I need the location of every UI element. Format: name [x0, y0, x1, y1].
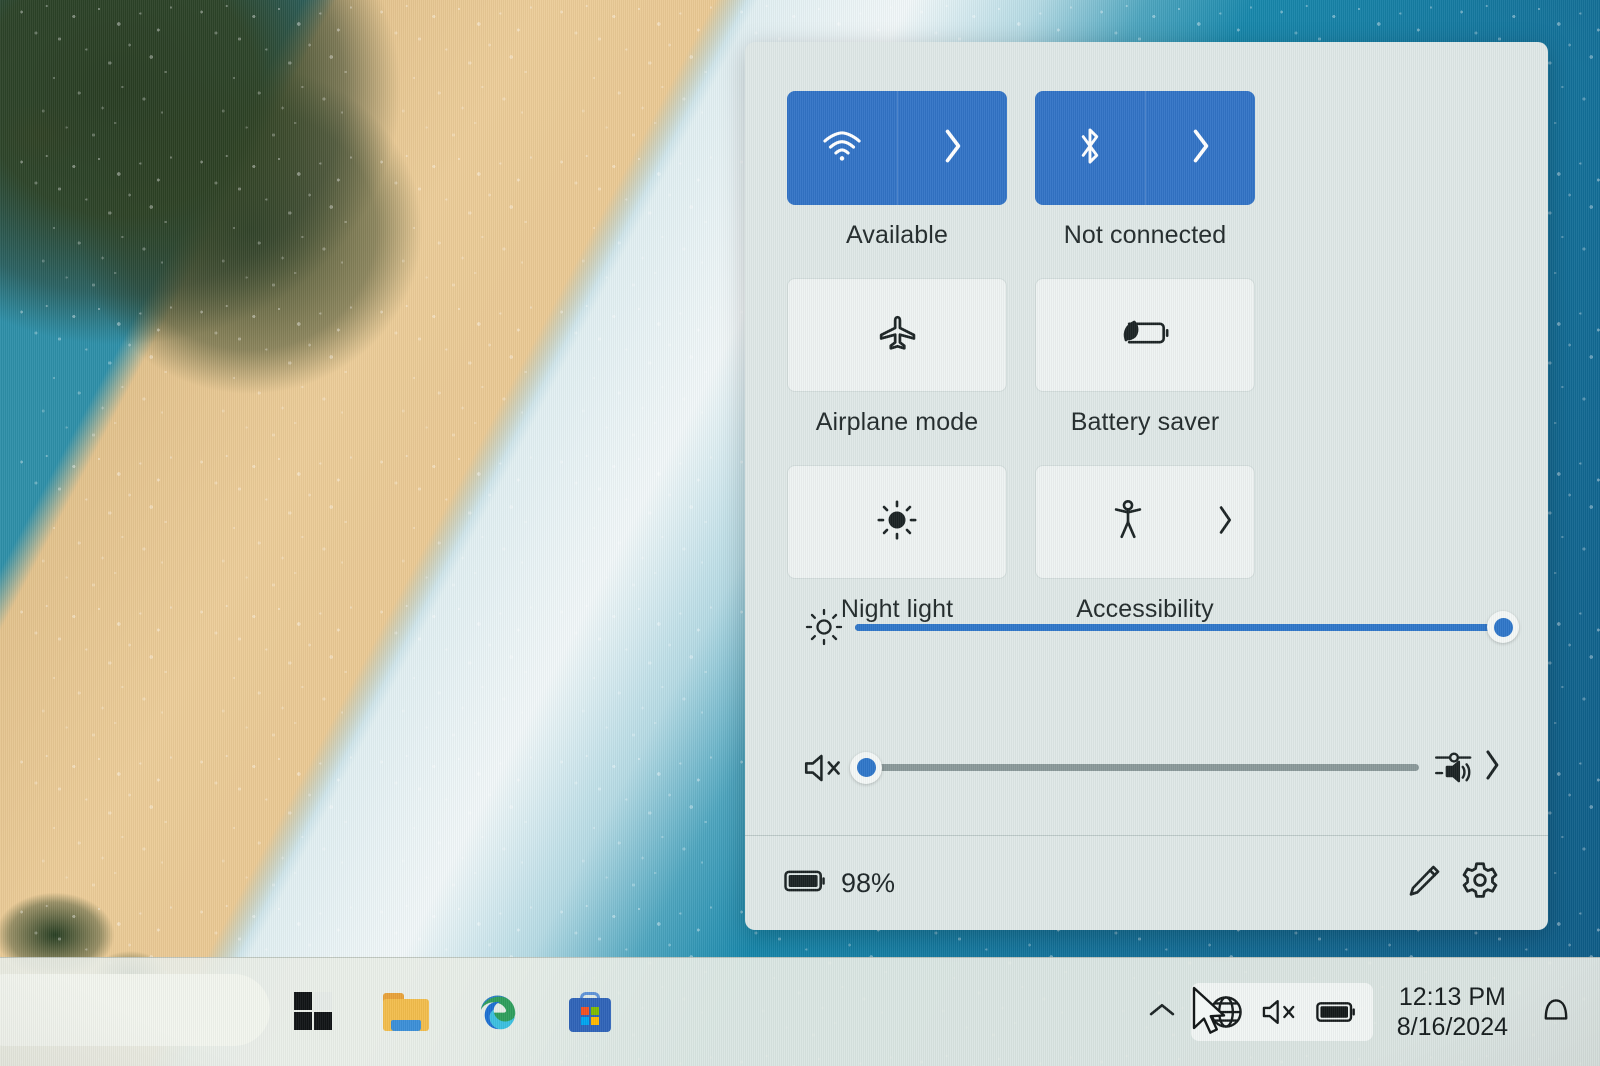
battery-status-button[interactable]: 98% — [783, 866, 895, 901]
clock-button[interactable]: 12:13 PM 8/16/2024 — [1397, 982, 1508, 1043]
quick-setting-wifi-label: Available — [846, 221, 948, 249]
edit-quick-settings-button[interactable] — [1396, 855, 1452, 911]
quick-setting-airplane-mode-label: Airplane mode — [815, 408, 979, 436]
quick-setting-battery-saver[interactable] — [1035, 278, 1255, 392]
tile-cell-night-light: Night light — [787, 465, 1007, 624]
notifications-button[interactable] — [1534, 992, 1578, 1033]
quick-settings-footer: 98% — [745, 836, 1548, 930]
volume-slider-track — [855, 764, 1419, 771]
volume-slider-thumb[interactable] — [850, 751, 883, 784]
airplane-icon — [875, 313, 919, 358]
quick-settings-panel: Available Not connected Airplane mode Ba… — [745, 42, 1548, 930]
pencil-icon — [1404, 861, 1444, 906]
chevron-right-icon — [1481, 747, 1503, 788]
quick-setting-bluetooth-label: Not connected — [1063, 221, 1227, 249]
bluetooth-toggle[interactable] — [1035, 91, 1145, 205]
brightness-icon — [793, 607, 855, 647]
brightness-slider-row — [793, 607, 1519, 647]
battery-full-icon — [783, 866, 827, 901]
bell-icon — [1539, 992, 1573, 1033]
clock-time: 12:13 PM — [1398, 982, 1506, 1011]
file-explorer-button[interactable] — [378, 984, 434, 1040]
tile-cell-airplane: Airplane mode — [787, 278, 1007, 437]
battery-leaf-icon — [1120, 317, 1170, 354]
system-tray: 12:13 PM 8/16/2024 — [1133, 958, 1600, 1066]
accessibility-detail-button[interactable] — [1196, 466, 1254, 578]
bluetooth-icon — [1075, 124, 1105, 173]
airplane-toggle[interactable] — [788, 279, 1006, 391]
tile-cell-wifi: Available — [787, 91, 1007, 250]
quick-setting-night-light[interactable] — [787, 465, 1007, 579]
start-button[interactable] — [286, 984, 342, 1040]
brightness-icon — [876, 499, 918, 546]
wifi-detail-button[interactable] — [897, 91, 1008, 205]
tile-cell-bluetooth: Not connected — [1035, 91, 1255, 250]
settings-button[interactable] — [1452, 855, 1508, 911]
gear-icon — [1458, 859, 1502, 908]
tray-status-button[interactable] — [1190, 983, 1373, 1041]
chevron-right-icon — [1188, 126, 1214, 171]
store-icon — [569, 992, 611, 1032]
globe-no-internet-icon — [1207, 993, 1245, 1031]
battery-saver-toggle[interactable] — [1036, 279, 1254, 391]
battery-full-icon — [1315, 998, 1357, 1026]
clock-date: 8/16/2024 — [1396, 1013, 1508, 1041]
widgets-button[interactable] — [0, 974, 270, 1046]
brightness-slider[interactable] — [855, 611, 1519, 643]
folder-icon — [383, 993, 429, 1031]
quick-settings-tile-grid: Available Not connected Airplane mode Ba… — [787, 91, 1502, 624]
quick-setting-battery-saver-label: Battery saver — [1070, 408, 1220, 436]
wifi-icon — [819, 128, 865, 169]
chevron-up-icon — [1147, 1000, 1177, 1025]
bluetooth-detail-button[interactable] — [1145, 91, 1256, 205]
chevron-right-icon — [1214, 503, 1236, 542]
microsoft-store-button[interactable] — [562, 984, 618, 1040]
audio-output-picker-button[interactable] — [1433, 747, 1503, 788]
speaker-mute-icon — [1261, 997, 1299, 1027]
edge-icon — [475, 987, 521, 1038]
desktop-screen: Available Not connected Airplane mode Ba… — [0, 0, 1600, 1066]
tray-overflow-button[interactable] — [1133, 977, 1191, 1047]
audio-output-picker-icon — [1433, 747, 1475, 788]
microsoft-edge-button[interactable] — [470, 984, 526, 1040]
tile-cell-battery-saver: Battery saver — [1035, 278, 1255, 437]
taskbar-app-buttons — [286, 958, 618, 1066]
quick-setting-accessibility[interactable] — [1035, 465, 1255, 579]
chevron-right-icon — [940, 126, 966, 171]
accessibility-toggle[interactable] — [1036, 466, 1196, 578]
brightness-slider-fill — [855, 623, 1503, 631]
battery-percent-label: 98% — [841, 867, 896, 898]
quick-setting-bluetooth[interactable] — [1035, 91, 1255, 205]
night-light-toggle[interactable] — [788, 466, 1006, 578]
volume-slider[interactable] — [850, 751, 1419, 784]
accessibility-icon — [1111, 499, 1145, 546]
speaker-mute-icon[interactable] — [793, 751, 855, 785]
taskbar: 12:13 PM 8/16/2024 — [0, 957, 1600, 1066]
quick-setting-airplane-mode[interactable] — [787, 278, 1007, 392]
volume-slider-row — [793, 747, 1503, 788]
brightness-slider-thumb[interactable] — [1487, 611, 1519, 643]
wifi-toggle[interactable] — [787, 91, 897, 205]
windows-logo-icon — [294, 992, 334, 1032]
tile-cell-accessibility: Accessibility — [1035, 465, 1255, 624]
quick-setting-wifi[interactable] — [787, 91, 1007, 205]
